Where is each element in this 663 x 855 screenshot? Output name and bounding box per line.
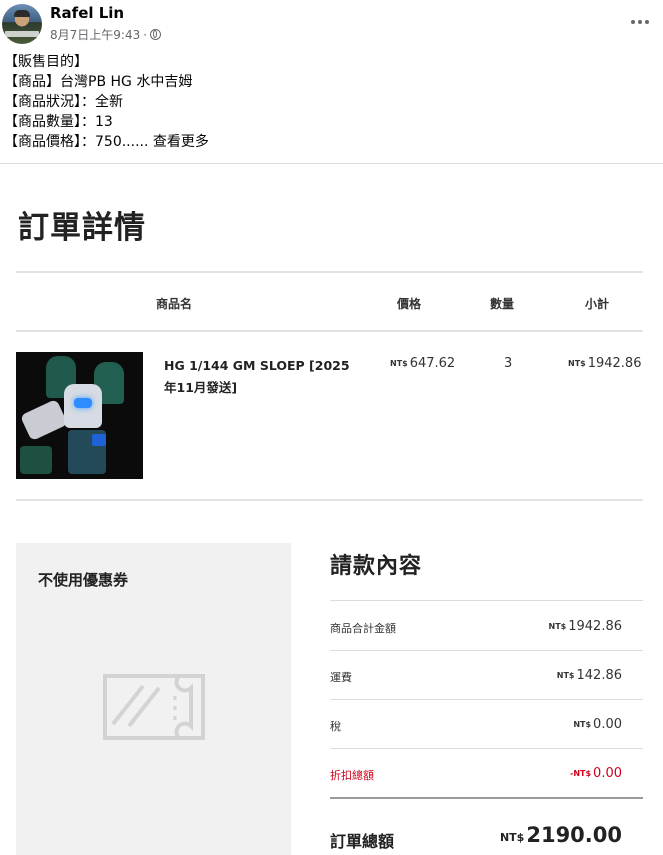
currency-prefix: NT$ — [390, 359, 408, 368]
divider — [16, 330, 643, 332]
billing-label-items-total: 商品合計金額 — [330, 622, 396, 635]
order-total-value: NT$2190.00 — [499, 823, 622, 847]
billing-value-shipping: NT$ 142.86 — [556, 668, 622, 683]
divider — [16, 271, 643, 273]
coupon-title: 不使用優惠券 — [38, 571, 129, 589]
post-line: 【販售目的】 — [4, 54, 88, 70]
divider — [330, 797, 643, 799]
item-quantity: 3 — [504, 356, 513, 371]
billing-label-shipping: 運費 — [330, 671, 352, 684]
billing-value-tax: NT$ 0.00 — [573, 717, 622, 732]
globe-icon — [150, 29, 162, 40]
billing-value-discount: -NT$ 0.00 — [570, 766, 622, 781]
post-meta: 8月7日上午9:43 · — [50, 26, 162, 43]
post-timestamp[interactable]: 8月7日上午9:43 — [50, 26, 140, 43]
divider — [330, 699, 643, 700]
header-product-name: 商品名 — [156, 297, 193, 311]
billing-label-tax: 稅 — [330, 720, 341, 733]
post-line: 【商品數量】：13 — [4, 114, 113, 130]
meta-separator: · — [143, 27, 148, 42]
divider — [0, 163, 663, 164]
post-header: Rafel Lin 8月7日上午9:43 · — [0, 0, 663, 48]
post-line-price: 【商品價格】：750...... — [4, 134, 149, 150]
divider — [330, 600, 643, 601]
more-options-icon[interactable] — [628, 14, 652, 30]
avatar-text-strip — [5, 31, 39, 37]
header-quantity: 數量 — [490, 297, 515, 311]
order-title: 訂單詳情 — [18, 210, 146, 246]
divider — [330, 650, 643, 651]
post-line: 【商品狀況】：全新 — [4, 94, 123, 110]
billing-value-items-total: NT$ 1942.86 — [548, 619, 622, 634]
avatar[interactable] — [2, 4, 42, 44]
item-subtotal: NT$ 1942.86 — [568, 356, 642, 371]
avatar-cap-shape — [14, 10, 30, 17]
author-name[interactable]: Rafel Lin — [50, 4, 124, 22]
header-subtotal: 小計 — [585, 297, 610, 311]
post-line: 【商品】台灣PB HG 水中吉姆 — [4, 74, 193, 90]
order-total-label: 訂單總額 — [330, 832, 395, 851]
product-name[interactable]: HG 1/144 GM SLOEP [2025年11月發送] — [164, 355, 354, 399]
billing-title: 請款內容 — [330, 554, 423, 579]
item-price: NT$ 647.62 — [390, 356, 456, 371]
see-more-link[interactable]: 查看更多 — [153, 134, 209, 150]
coupon-panel[interactable]: 不使用優惠券 — [16, 543, 291, 855]
divider — [16, 499, 643, 501]
product-image[interactable] — [16, 352, 143, 479]
currency-prefix: NT$ — [568, 359, 586, 368]
ticket-icon — [103, 674, 205, 740]
billing-label-discount: 折扣總額 — [330, 769, 374, 782]
currency-prefix: NT$ — [499, 831, 525, 844]
header-price: 價格 — [397, 297, 422, 311]
post-text: 【販售目的】 【商品】台灣PB HG 水中吉姆 【商品狀況】：全新 【商品數量】… — [4, 52, 209, 152]
divider — [330, 748, 643, 749]
post-line-last: 【商品價格】：750...... 查看更多 — [4, 132, 209, 152]
